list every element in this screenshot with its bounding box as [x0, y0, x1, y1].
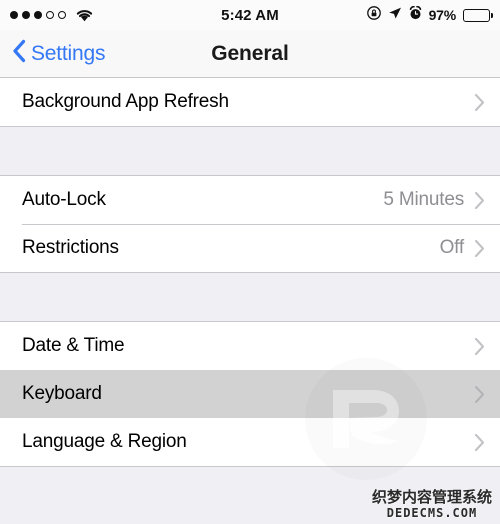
- settings-list[interactable]: Background App Refresh Auto-Lock 5 Minut…: [0, 77, 500, 524]
- row-label: Auto-Lock: [22, 189, 106, 210]
- signal-dot-1: [10, 11, 18, 19]
- status-bar: 5:42 AM 97%: [0, 0, 500, 30]
- battery-icon: [463, 8, 493, 22]
- section-gap-3: [0, 467, 500, 491]
- section-gap-2: [0, 273, 500, 321]
- settings-row-restrictions[interactable]: Restrictions Off: [0, 224, 500, 272]
- rotation-lock-icon: [366, 5, 381, 25]
- signal-dot-3: [34, 11, 42, 19]
- settings-row-date-and-time[interactable]: Date & Time: [0, 322, 500, 370]
- section-gap-1: [0, 127, 500, 175]
- navigation-bar: Settings General: [0, 30, 500, 77]
- signal-dot-4: [46, 11, 54, 19]
- signal-dot-5: [58, 11, 66, 19]
- chevron-right-icon: [474, 337, 486, 356]
- row-value: Off: [439, 237, 465, 258]
- settings-group-3: Date & Time Keyboard Language & Region: [0, 321, 500, 467]
- settings-group-1: Background App Refresh: [0, 77, 500, 127]
- row-value: 5 Minutes: [383, 189, 464, 210]
- settings-row-auto-lock[interactable]: Auto-Lock 5 Minutes: [0, 176, 500, 224]
- settings-group-2: Auto-Lock 5 Minutes Restrictions Off: [0, 175, 500, 273]
- row-label: Language & Region: [22, 431, 187, 452]
- ios-settings-screen: 5:42 AM 97% Settings General Background …: [0, 0, 500, 524]
- status-bar-left: [10, 8, 94, 22]
- location-arrow-icon: [388, 6, 402, 25]
- chevron-right-icon: [474, 385, 486, 404]
- alarm-clock-icon: [409, 5, 422, 25]
- chevron-right-icon: [474, 93, 486, 112]
- chevron-right-icon: [474, 433, 486, 452]
- chevron-right-icon: [474, 239, 486, 258]
- battery-nub: [490, 13, 493, 18]
- chevron-right-icon: [474, 191, 486, 210]
- settings-row-keyboard[interactable]: Keyboard: [0, 370, 500, 418]
- signal-dot-2: [22, 11, 30, 19]
- wifi-icon: [75, 8, 94, 22]
- page-title: General: [211, 42, 289, 65]
- row-label: Keyboard: [22, 383, 102, 404]
- row-label: Date & Time: [22, 335, 125, 356]
- row-label: Restrictions: [22, 237, 119, 258]
- row-label: Background App Refresh: [22, 91, 229, 112]
- battery-percentage: 97%: [428, 7, 457, 23]
- settings-row-background-app-refresh[interactable]: Background App Refresh: [0, 78, 500, 126]
- settings-row-language-and-region[interactable]: Language & Region: [0, 418, 500, 466]
- status-bar-right: 97%: [366, 5, 493, 25]
